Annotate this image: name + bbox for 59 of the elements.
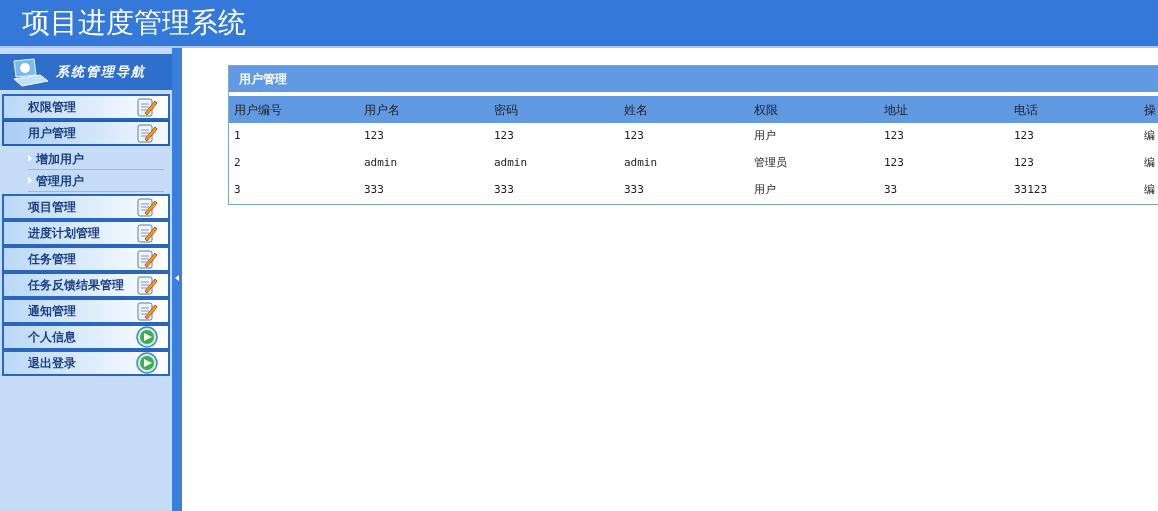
table-cell-text: admin xyxy=(623,155,659,172)
table-cell: 123 xyxy=(359,123,489,150)
table-cell-text: 33 xyxy=(883,182,899,199)
table-cell-text: 编 xyxy=(1143,182,1156,199)
table-cell-text: 333 xyxy=(493,182,515,199)
column-header: 姓名 xyxy=(619,96,749,123)
table-cell: 1 xyxy=(229,123,359,150)
edit-document-icon xyxy=(136,222,158,244)
table-cell-text: 33123 xyxy=(1013,182,1049,199)
table-cell: 123 xyxy=(619,123,749,150)
column-header: 地址 xyxy=(879,96,1009,123)
table-cell: 123 xyxy=(879,123,1009,150)
column-header: 用户名 xyxy=(359,96,489,123)
play-circle-icon xyxy=(136,326,158,348)
edit-document-icon xyxy=(136,248,158,270)
play-circle-icon xyxy=(136,352,158,374)
column-header: 用户编号 xyxy=(229,96,359,123)
nav-title: 系统管理导航 xyxy=(56,63,146,82)
menu-item[interactable]: 进度计划管理 xyxy=(2,220,170,246)
edit-document-icon xyxy=(136,300,158,322)
table-cell-text: 333 xyxy=(363,182,385,199)
edit-document-icon xyxy=(136,122,158,144)
table-cell: 123 xyxy=(1009,123,1139,150)
table-cell-text: 管理员 xyxy=(753,155,788,172)
edit-document-icon xyxy=(136,96,158,118)
edit-document-icon xyxy=(136,196,158,218)
menu-item[interactable]: 个人信息 xyxy=(2,324,170,350)
panel-title: 用户管理 xyxy=(239,71,287,88)
table-cell-text: admin xyxy=(363,155,399,172)
menu-item[interactable]: 任务反馈结果管理 xyxy=(2,272,170,298)
laptop-icon xyxy=(10,57,50,87)
submenu-item[interactable]: 管理用户 xyxy=(36,171,84,190)
table-cell-text: 编 xyxy=(1143,155,1156,172)
column-header: 权限 xyxy=(749,96,879,123)
table-cell-text: 3 xyxy=(233,182,242,199)
app-title: 项目进度管理系统 xyxy=(22,9,246,37)
table-cell-text: 123 xyxy=(883,155,905,172)
table-cell-text: 用户 xyxy=(753,182,777,199)
column-header: 密码 xyxy=(489,96,619,123)
collapse-arrow-icon[interactable] xyxy=(175,274,179,281)
menu-item[interactable]: 用户管理 xyxy=(2,120,170,146)
submenu-item[interactable]: 增加用户 xyxy=(36,149,84,168)
menu-item[interactable]: 通知管理 xyxy=(2,298,170,324)
column-header: 电话 xyxy=(1009,96,1139,123)
menu-item[interactable]: 项目管理 xyxy=(2,194,170,220)
bullet-arrow-icon xyxy=(28,177,32,184)
table-cell: 123 xyxy=(489,123,619,150)
table-cell-text: admin xyxy=(493,155,529,172)
table-cell-text: 333 xyxy=(623,182,645,199)
edit-document-icon xyxy=(136,274,158,296)
table-cell: 编 xyxy=(1139,123,1158,150)
menu-item[interactable]: 权限管理 xyxy=(2,94,170,120)
menu-item[interactable]: 任务管理 xyxy=(2,246,170,272)
table-cell-text: 2 xyxy=(233,155,242,172)
table-cell: 用户 xyxy=(749,123,879,150)
bullet-arrow-icon xyxy=(28,155,32,162)
table-cell-text: 123 xyxy=(1013,155,1035,172)
menu-item[interactable]: 退出登录 xyxy=(2,350,170,376)
column-header: 操 xyxy=(1139,96,1158,123)
